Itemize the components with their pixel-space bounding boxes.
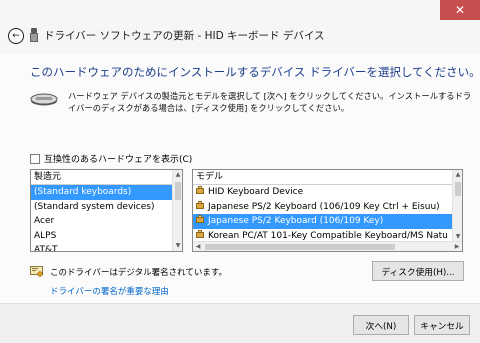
compat-hardware-option[interactable]: 互換性のあるハードウェアを表示(C)	[30, 152, 192, 165]
scroll-thumb[interactable]	[175, 182, 181, 200]
keyboard-device-icon	[30, 93, 58, 106]
model-vertical-scrollbar[interactable]: ▲ ▼	[452, 170, 462, 242]
manufacturer-item[interactable]: (Standard system devices)	[31, 200, 182, 215]
scroll-left-icon[interactable]: ◀	[193, 242, 203, 251]
manufacturer-item[interactable]: AT&T	[31, 243, 182, 251]
dialog-footer: 次へ(N) キャンセル	[0, 303, 480, 343]
model-item[interactable]: Japanese PS/2 Keyboard (106/109 Key)	[193, 214, 462, 229]
manufacturer-listbox[interactable]: 製造元 (Standard keyboards) (Standard syste…	[30, 169, 183, 252]
manufacturer-item[interactable]: (Standard keyboards)	[31, 185, 182, 200]
page-heading: このハードウェアのためにインストールするデバイス ドライバーを選択してください。	[30, 65, 480, 79]
title-bar: ← ドライバー ソフトウェアの更新 - HID キーボード デバイス ✕	[0, 0, 480, 54]
model-horizontal-scrollbar[interactable]: ◀ ▶	[193, 241, 462, 251]
model-item[interactable]: HID Keyboard Device	[193, 185, 462, 200]
scroll-down-icon[interactable]: ▼	[173, 241, 182, 251]
driver-package-icon	[196, 200, 205, 210]
scroll-thumb[interactable]	[455, 182, 461, 196]
instructions-text: ハードウェア デバイスの製造元とモデルを選択して [次へ] をクリックしてくださ…	[68, 91, 472, 113]
next-button[interactable]: 次へ(N)	[353, 315, 409, 335]
window-title: ドライバー ソフトウェアの更新 - HID キーボード デバイス	[44, 30, 325, 42]
scroll-thumb[interactable]	[205, 244, 395, 250]
compat-checkbox[interactable]	[30, 153, 40, 164]
driver-package-icon	[196, 229, 205, 239]
manufacturer-header: 製造元	[31, 170, 182, 185]
back-arrow-icon: ←	[12, 30, 20, 41]
close-button[interactable]: ✕	[440, 0, 480, 20]
manufacturer-item[interactable]: ALPS	[31, 229, 182, 244]
scroll-right-icon[interactable]: ▶	[452, 242, 462, 251]
dialog-content: このハードウェアのためにインストールするデバイス ドライバーを選択してください。…	[0, 54, 480, 303]
cancel-button[interactable]: キャンセル	[414, 315, 470, 335]
driver-package-icon	[196, 186, 205, 195]
driver-package-icon	[196, 215, 205, 224]
manufacturer-scrollbar[interactable]: ▲ ▼	[172, 170, 182, 251]
model-header: モデル	[193, 170, 462, 185]
close-icon: ✕	[454, 3, 466, 17]
scroll-up-icon[interactable]: ▲	[173, 170, 182, 180]
signature-info-link[interactable]: ドライバーの署名が重要な理由	[50, 285, 169, 297]
usb-device-icon	[30, 28, 38, 42]
model-item[interactable]: Japanese PS/2 Keyboard (106/109 Key Ctrl…	[193, 200, 462, 215]
have-disk-button[interactable]: ディスク使用(H)...	[372, 261, 464, 281]
signature-status: このドライバーはデジタル署名されています。	[50, 268, 228, 278]
back-button[interactable]: ←	[8, 28, 24, 44]
manufacturer-item[interactable]: Acer	[31, 214, 182, 229]
signed-driver-icon	[30, 266, 43, 277]
model-listbox[interactable]: モデル HID Keyboard Device Japanese PS/2 Ke…	[192, 169, 463, 252]
compat-label: 互換性のあるハードウェアを表示(C)	[44, 155, 193, 165]
scroll-up-icon[interactable]: ▲	[453, 170, 462, 180]
